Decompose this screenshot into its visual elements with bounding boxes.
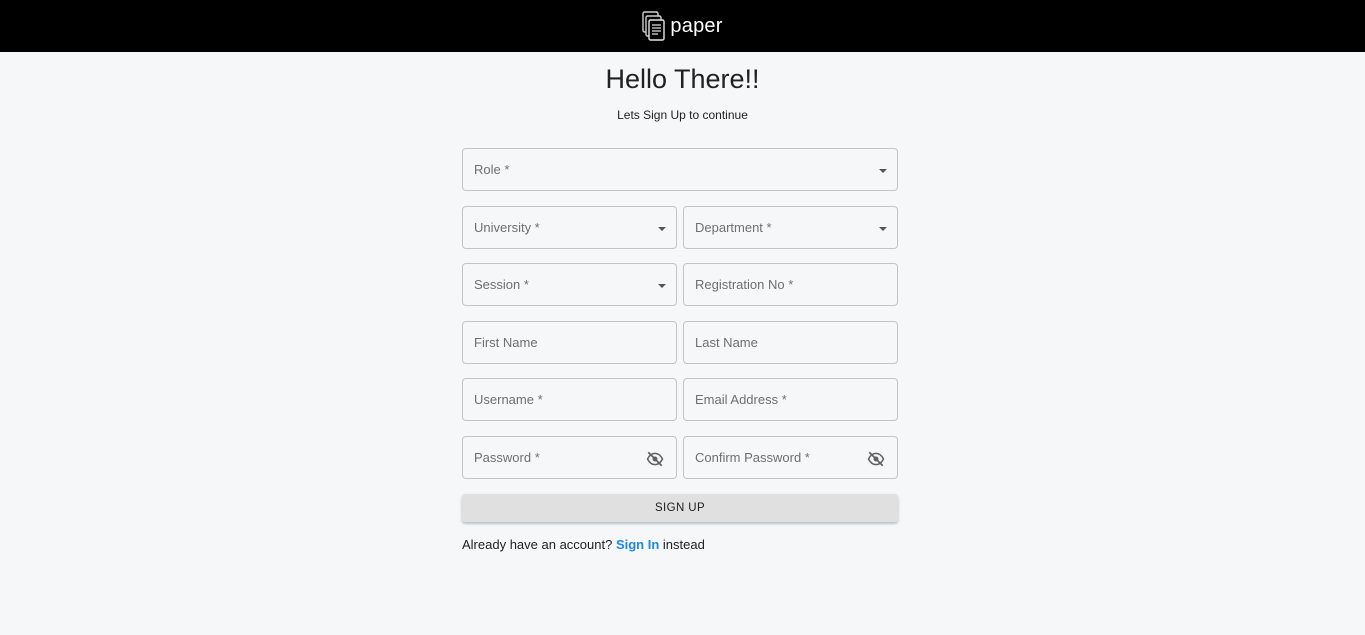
page-subtitle: Lets Sign Up to continue	[617, 108, 748, 122]
university-select[interactable]: University *	[462, 206, 677, 249]
department-label: Department *	[695, 220, 772, 235]
brand-name: paper	[670, 14, 723, 37]
signin-prompt-suffix: instead	[662, 537, 705, 552]
confirm-password-field[interactable]: Confirm Password *	[683, 436, 898, 479]
role-select[interactable]: Role *	[462, 148, 898, 191]
signin-prompt: Already have an account? Sign In instead	[462, 537, 705, 552]
chevron-down-icon	[879, 227, 887, 231]
eye-off-icon[interactable]	[646, 450, 664, 468]
username-field[interactable]: Username *	[462, 378, 677, 421]
confirm-password-label: Confirm Password *	[695, 450, 810, 465]
role-label: Role *	[474, 162, 510, 177]
last-name-field[interactable]: Last Name	[683, 321, 898, 364]
eye-off-icon[interactable]	[867, 450, 885, 468]
last-name-label: Last Name	[695, 335, 758, 350]
signin-prompt-prefix: Already have an account?	[462, 537, 613, 552]
session-label: Session *	[474, 277, 529, 292]
registration-no-label: Registration No *	[695, 277, 794, 292]
document-stack-icon	[642, 11, 666, 41]
password-field[interactable]: Password *	[462, 436, 677, 479]
page-title: Hello There!!	[605, 64, 760, 94]
username-label: Username *	[474, 392, 543, 407]
first-name-label: First Name	[474, 335, 538, 350]
top-app-bar: paper	[0, 0, 1365, 52]
registration-no-field[interactable]: Registration No *	[683, 263, 898, 306]
chevron-down-icon	[658, 284, 666, 288]
first-name-field[interactable]: First Name	[462, 321, 677, 364]
session-select[interactable]: Session *	[462, 263, 677, 306]
university-label: University *	[474, 220, 540, 235]
sign-up-button[interactable]: SIGN UP	[462, 494, 898, 522]
email-field[interactable]: Email Address *	[683, 378, 898, 421]
chevron-down-icon	[879, 169, 887, 173]
sign-in-link[interactable]: Sign In	[616, 537, 659, 552]
email-label: Email Address *	[695, 392, 787, 407]
password-label: Password *	[474, 450, 540, 465]
chevron-down-icon	[658, 227, 666, 231]
department-select[interactable]: Department *	[683, 206, 898, 249]
